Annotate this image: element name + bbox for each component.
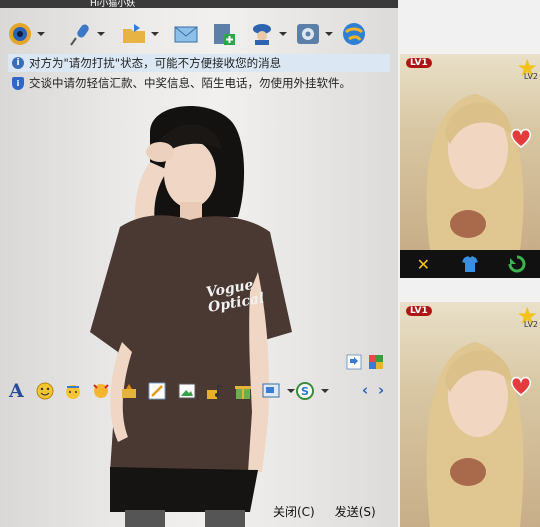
remote-video-pane: LV1 ★ LV2 — [400, 54, 540, 250]
chevron-right-icon[interactable]: › — [378, 381, 384, 399]
view-switch-icons — [346, 354, 386, 372]
scribble-icon[interactable] — [148, 382, 166, 400]
chevron-down-icon[interactable] — [151, 32, 159, 36]
envelope-icon — [174, 26, 198, 43]
local-video-pane: LV1 ★ LV2 — [400, 302, 540, 527]
send-image-icon[interactable] — [178, 382, 196, 400]
gift-icon[interactable] — [234, 382, 252, 400]
dnd-message: 对方为"请勿打扰"状态，可能不方便接收您的消息 — [29, 56, 282, 70]
chat-area: Hi小猫小妖 Vogue Optical i 对方为"请勿打扰"状态，可能不方便… — [0, 0, 398, 527]
magic-emoticon-icon[interactable] — [64, 382, 82, 400]
safety-notice: i 交谈中请勿轻信汇款、中奖信息、陌生电话，勿使用外挂软件。 — [8, 74, 390, 92]
screenshot-icon[interactable] — [262, 382, 280, 400]
webcam-icon — [9, 23, 31, 45]
emoticon-icon[interactable] — [36, 382, 54, 400]
heart-icon[interactable] — [510, 128, 532, 148]
chevron-down-icon[interactable] — [287, 389, 295, 393]
info-icon: i — [12, 57, 24, 69]
chevron-down-icon[interactable] — [97, 32, 105, 36]
chevron-down-icon[interactable] — [321, 389, 329, 393]
heart-icon[interactable] — [510, 376, 532, 396]
close-video-icon[interactable]: ✕ — [413, 254, 433, 274]
chevron-down-icon[interactable] — [325, 32, 333, 36]
web-browse-button[interactable] — [340, 18, 380, 50]
create-group-button[interactable] — [210, 18, 250, 50]
bottom-buttons: 关闭(C) 发送(S) — [270, 502, 398, 522]
chevron-left-icon[interactable]: ‹ — [362, 381, 368, 399]
user-card-icon — [253, 24, 271, 45]
file-transfer-button[interactable] — [120, 18, 160, 50]
video-panel: LV1 ★ LV2 ✕ LV1 ★ LV2 — [398, 0, 540, 527]
music-icon[interactable] — [206, 382, 224, 400]
app-settings-button[interactable] — [294, 18, 334, 50]
star-level-label: LV2 — [523, 72, 538, 81]
input-format-bar: A S ‹ › — [6, 380, 398, 404]
level-badge: LV1 — [406, 306, 432, 316]
folder-icon — [123, 24, 145, 43]
video-subject — [426, 94, 524, 250]
chat-toolbar — [0, 14, 398, 54]
contact-card-button[interactable] — [248, 18, 288, 50]
window-title-bar: Hi小猫小妖 — [0, 0, 398, 8]
safety-message: 交谈中请勿轻信汇款、中奖信息、陌生电话，勿使用外挂软件。 — [29, 76, 351, 90]
font-icon[interactable]: A — [9, 380, 24, 402]
chevron-down-icon[interactable] — [279, 32, 287, 36]
svg-text:S: S — [301, 385, 309, 398]
star-level-label: LV2 — [523, 320, 538, 329]
chevron-down-icon[interactable] — [37, 32, 45, 36]
close-button[interactable]: 关闭(C) — [270, 502, 318, 522]
s-icon[interactable]: S — [296, 382, 314, 400]
gear-icon — [297, 24, 319, 44]
globe-icon — [343, 23, 365, 45]
video-subject — [426, 342, 524, 527]
background-photo: Vogue Optical — [90, 105, 292, 527]
send-button[interactable]: 发送(S) — [332, 502, 379, 522]
refresh-icon[interactable] — [507, 254, 527, 274]
add-note-icon — [214, 24, 235, 45]
do-not-disturb-notice: i 对方为"请勿打扰"状态，可能不方便接收您的消息 — [8, 54, 390, 72]
voice-button[interactable] — [66, 18, 106, 50]
window-title: Hi小猫小妖 — [90, 0, 136, 8]
skin-icon[interactable] — [368, 354, 384, 370]
outfit-icon[interactable] — [460, 254, 480, 274]
send-mail-button[interactable] — [172, 18, 212, 50]
microphone-icon — [70, 24, 89, 46]
shake-window-icon[interactable] — [92, 382, 110, 400]
video-controls: ✕ — [400, 250, 540, 278]
shield-icon: i — [12, 76, 24, 90]
level-badge: LV1 — [406, 58, 432, 68]
voice-message-icon[interactable] — [120, 382, 138, 400]
video-button[interactable] — [6, 18, 46, 50]
switch-view-icon[interactable] — [346, 354, 362, 370]
